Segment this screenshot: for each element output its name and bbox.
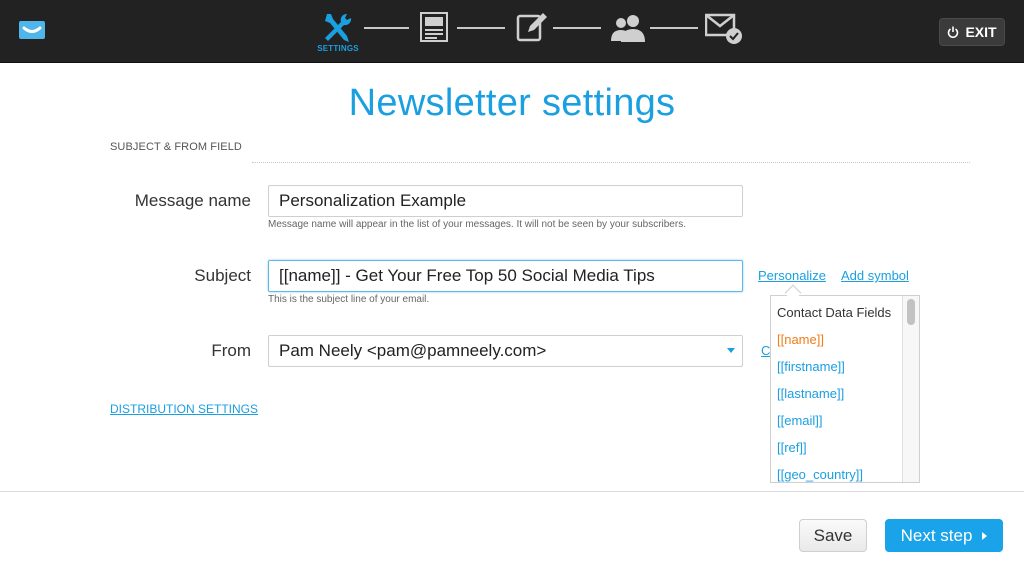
subject-hint: This is the subject line of your email. [268, 294, 430, 305]
from-label: From [211, 341, 251, 360]
dropdown-scrollbar[interactable] [902, 296, 919, 482]
dropdown-item-email[interactable]: [[email]] [777, 413, 823, 428]
dropdown-item-ref[interactable]: [[ref]] [777, 440, 807, 455]
step-template[interactable] [420, 12, 460, 52]
step-edit[interactable] [516, 12, 556, 52]
step-connector [457, 27, 505, 29]
edit-icon [516, 13, 547, 42]
top-bar: SETTINGS EXIT [0, 0, 1024, 63]
step-contacts[interactable] [610, 13, 650, 53]
scrollbar-thumb[interactable] [907, 299, 915, 325]
section-label: SUBJECT & FROM FIELD [110, 141, 242, 153]
dropdown-item-geo-country[interactable]: [[geo_country]] [777, 467, 863, 482]
step-send[interactable] [705, 13, 745, 53]
save-button[interactable]: Save [799, 519, 867, 552]
message-name-label: Message name [134, 191, 251, 210]
page-title: Newsletter settings [348, 82, 676, 124]
exit-label: EXIT [965, 24, 997, 40]
dropdown-item-firstname[interactable]: [[firstname]] [777, 359, 845, 374]
section-divider [252, 162, 970, 163]
dropdown-item-lastname[interactable]: [[lastname]] [777, 386, 844, 401]
from-select[interactable]: Pam Neely <pam@pamneely.com> [268, 335, 743, 367]
footer-divider [0, 491, 1024, 492]
dropdown-header: Contact Data Fields [777, 305, 892, 320]
step-connector [364, 27, 409, 29]
personalize-link[interactable]: Personalize [758, 268, 826, 283]
contacts-icon [611, 15, 645, 42]
template-icon [420, 12, 448, 42]
tools-icon [325, 13, 352, 42]
dropdown-item-name[interactable]: [[name]] [777, 332, 824, 347]
distribution-settings-link[interactable]: DISTRIBUTION SETTINGS [110, 402, 258, 416]
chevron-down-icon[interactable] [727, 348, 735, 353]
add-symbol-link[interactable]: Add symbol [841, 268, 909, 283]
subject-input[interactable]: [[name]] - Get Your Free Top 50 Social M… [268, 260, 743, 292]
subject-label: Subject [194, 266, 251, 285]
logo-icon[interactable] [18, 20, 46, 40]
message-name-input[interactable]: Personalization Example [268, 185, 743, 217]
step-settings-label: SETTINGS [317, 44, 359, 53]
send-icon [705, 13, 742, 44]
step-connector [553, 27, 601, 29]
next-step-label: Next step [900, 525, 973, 545]
step-connector [650, 27, 698, 29]
power-icon [948, 26, 959, 38]
next-step-button[interactable]: Next step [885, 519, 1003, 552]
arrow-right-icon [982, 531, 988, 540]
message-name-hint: Message name will appear in the list of … [268, 219, 686, 230]
exit-button[interactable]: EXIT [939, 18, 1005, 46]
personalize-dropdown: Contact Data Fields [[name]] [[firstname… [770, 295, 920, 483]
from-side-link[interactable]: C [761, 343, 770, 358]
